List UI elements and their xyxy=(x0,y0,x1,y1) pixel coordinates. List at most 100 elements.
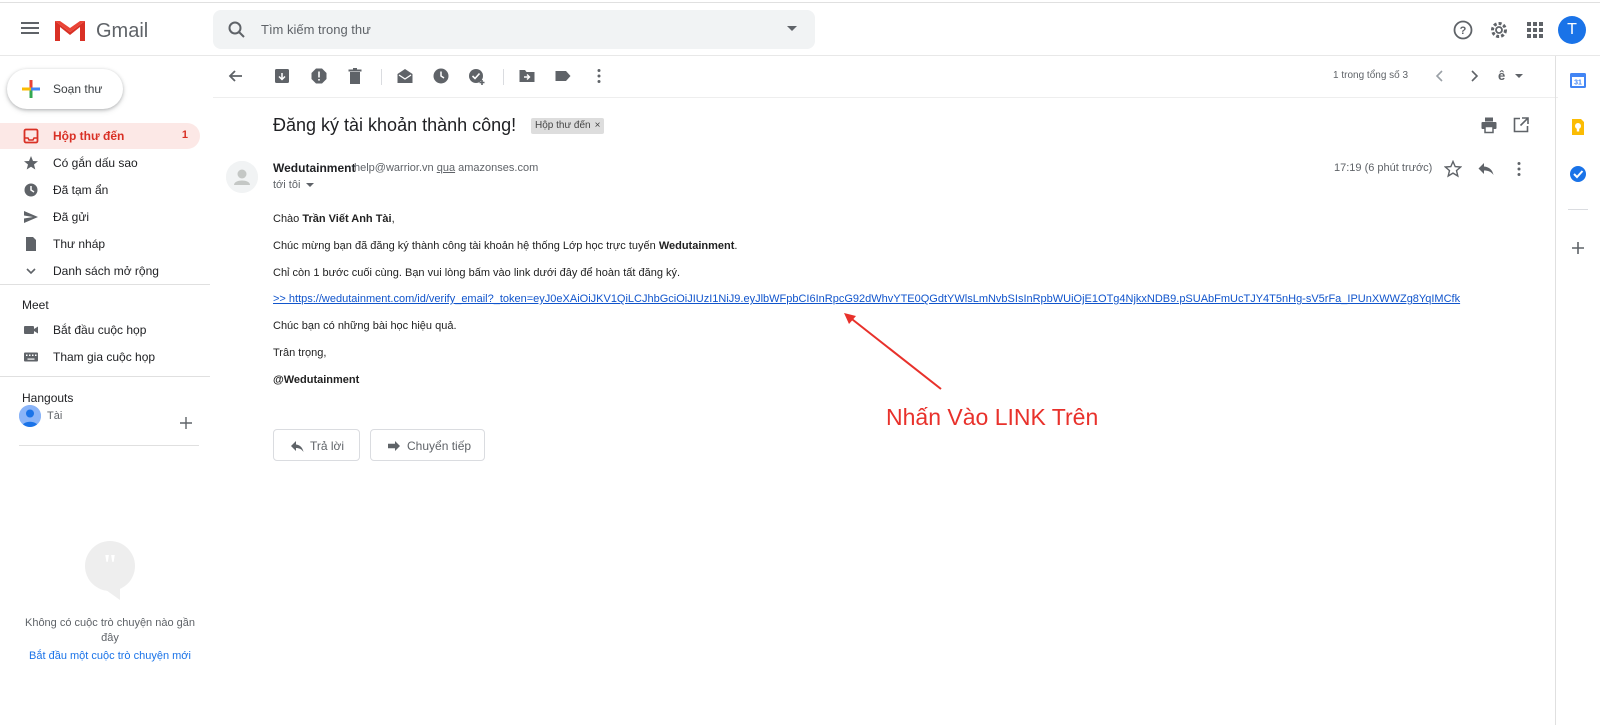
gmail-logo-icon[interactable] xyxy=(53,17,87,43)
apps-grid-icon[interactable] xyxy=(1523,18,1547,42)
report-spam-icon[interactable] xyxy=(310,67,328,85)
tasks-icon[interactable] xyxy=(1568,164,1588,184)
meet-section-title: Meet xyxy=(22,298,49,312)
settings-gear-icon[interactable] xyxy=(1487,18,1511,42)
reply-icon xyxy=(291,441,304,452)
compose-label: Soạn thư xyxy=(53,82,103,96)
more-vert-icon[interactable] xyxy=(590,67,608,85)
sender-via: qua xyxy=(436,162,456,174)
sidebar-item-snoozed[interactable]: Đã tạm ẩn xyxy=(0,177,200,203)
calendar-icon[interactable]: 31 xyxy=(1568,70,1588,90)
clock-icon xyxy=(24,183,38,197)
sender-domain: amazonses.com xyxy=(458,162,539,174)
sidebar-item-label: Thư nháp xyxy=(53,237,106,251)
search-options-icon[interactable] xyxy=(787,26,797,31)
help-icon[interactable]: ? xyxy=(1451,18,1475,42)
delete-icon[interactable] xyxy=(346,67,364,85)
to-me-label: tới tôi xyxy=(273,179,301,191)
keyboard-icon xyxy=(24,352,38,362)
sidebar-item-more[interactable]: Danh sách mở rộng xyxy=(0,258,200,284)
videocam-icon xyxy=(24,326,38,334)
add-hangout-icon[interactable] xyxy=(179,416,193,430)
input-tools-button[interactable]: ê xyxy=(1498,67,1528,85)
older-chevron-right-icon[interactable] xyxy=(1465,67,1483,85)
sidebar-divider xyxy=(0,376,210,377)
unread-count: 1 xyxy=(181,129,188,141)
compose-button[interactable]: Soạn thư xyxy=(7,69,123,109)
sidebar-item-starred[interactable]: Có gắn dấu sao xyxy=(0,150,200,176)
back-arrow-icon[interactable] xyxy=(227,67,245,85)
archive-icon[interactable] xyxy=(273,67,291,85)
email-subject: Đăng ký tài khoản thành công! xyxy=(273,115,517,135)
keep-notes-icon[interactable] xyxy=(1568,117,1588,137)
recipient-details[interactable]: tới tôi xyxy=(273,179,315,191)
search-bar[interactable] xyxy=(213,10,815,49)
sidebar-item-drafts[interactable]: Thư nháp xyxy=(0,231,200,257)
email-greeting: Chào Trần Viết Anh Tài, xyxy=(273,213,395,225)
congrats-text: Chúc mừng bạn đã đăng ký thành công tài … xyxy=(273,240,656,252)
sender-name[interactable]: Wedutainment xyxy=(273,161,355,175)
sender-address: help@warrior.vn xyxy=(354,162,434,174)
svg-text:31: 31 xyxy=(1574,80,1582,87)
app-header: Gmail ? T xyxy=(0,3,1600,56)
inbox-icon xyxy=(23,128,39,144)
forward-icon xyxy=(388,441,400,451)
sidebar-item-label: Có gắn dấu sao xyxy=(53,156,138,170)
brand-name: Wedutainment xyxy=(658,240,735,252)
search-icon[interactable] xyxy=(227,20,247,40)
inbox-label-chip[interactable]: Hộp thư đến × xyxy=(531,118,605,134)
open-new-window-icon[interactable] xyxy=(1512,116,1530,134)
sidebar-item-inbox[interactable]: Hộp thư đến 1 xyxy=(0,123,200,149)
sidebar-item-sent[interactable]: Đã gửi xyxy=(0,204,200,230)
reply-label: Trả lời xyxy=(310,439,345,453)
search-input[interactable] xyxy=(261,16,741,43)
mark-unread-icon[interactable] xyxy=(396,67,414,85)
side-panel-divider xyxy=(1568,209,1588,210)
input-tools-label: ê xyxy=(1498,68,1506,83)
sidebar-item-label: Đã gửi xyxy=(53,210,90,224)
recipient-name: Trần Viết Anh Tài xyxy=(302,213,392,225)
greeting-suffix: , xyxy=(391,213,395,225)
start-conversation-link[interactable]: Bắt đầu một cuộc trò chuyện mới xyxy=(20,650,200,662)
main-menu-button[interactable] xyxy=(18,19,42,39)
star-outline-icon[interactable] xyxy=(1444,160,1462,178)
reply-button[interactable]: Trả lời xyxy=(273,429,360,461)
toolbar-separator xyxy=(381,69,382,85)
email-timestamp: 17:19 (6 phút trước) xyxy=(1334,162,1433,174)
annotation-arrow-icon xyxy=(844,313,942,390)
congrats-suffix: . xyxy=(734,240,738,252)
remove-label-icon[interactable]: × xyxy=(595,120,601,131)
hangouts-user[interactable]: Tài xyxy=(19,405,199,427)
email-body-line: Chúc bạn có những bài học hiệu quả. xyxy=(273,320,457,332)
sidebar-item-join-meeting[interactable]: Tham gia cuộc họp xyxy=(0,344,200,370)
no-conversations-text: Không có cuộc trò chuyện nào gần đây xyxy=(24,617,195,644)
email-body-line: Chúc mừng bạn đã đăng ký thành công tài … xyxy=(273,240,737,252)
move-to-icon[interactable] xyxy=(518,67,536,85)
hangouts-section-title: Hangouts xyxy=(22,391,74,405)
draft-icon xyxy=(26,237,36,251)
svg-text:?: ? xyxy=(1460,25,1467,37)
chevron-down-icon xyxy=(26,268,36,275)
label-icon[interactable] xyxy=(554,67,572,85)
sender-avatar[interactable] xyxy=(226,161,258,193)
annotation-text: Nhấn Vào LINK Trên xyxy=(886,404,1099,430)
more-options-icon[interactable] xyxy=(1510,160,1528,178)
toolbar-separator xyxy=(503,69,504,85)
add-to-tasks-icon[interactable] xyxy=(468,67,486,85)
compose-plus-icon xyxy=(22,80,40,98)
email-closing: Trân trọng, xyxy=(273,347,327,359)
email-body-line: Chỉ còn 1 bước cuối cùng. Bạn vui lòng b… xyxy=(273,267,681,279)
sidebar-divider xyxy=(0,284,210,285)
print-icon[interactable] xyxy=(1480,116,1498,134)
pager-text: 1 trong tổng số 3 xyxy=(1333,70,1409,81)
newer-chevron-left-icon[interactable] xyxy=(1431,67,1449,85)
account-avatar[interactable]: T xyxy=(1558,16,1586,44)
sidebar-item-start-meeting[interactable]: Bắt đầu cuộc họp xyxy=(0,317,200,343)
snooze-clock-icon[interactable] xyxy=(432,67,450,85)
reply-arrow-icon[interactable] xyxy=(1477,160,1495,178)
verify-email-link[interactable]: >> https://wedutainment.com/id/verify_em… xyxy=(273,293,1460,305)
email-signature: @Wedutainment xyxy=(273,374,360,386)
get-addons-plus-icon[interactable] xyxy=(1568,238,1588,258)
forward-button[interactable]: Chuyển tiếp xyxy=(370,429,485,461)
hangouts-divider xyxy=(19,445,199,446)
